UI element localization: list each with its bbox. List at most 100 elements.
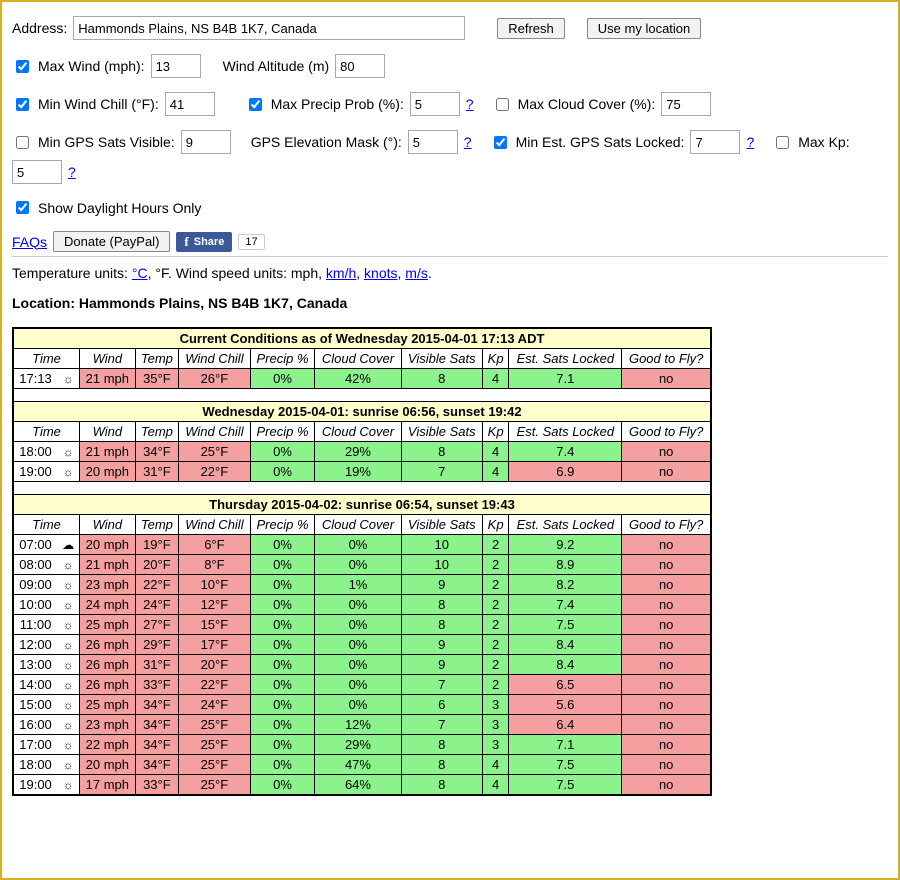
fb-share-count: 17 [238,234,264,250]
table-row: 09:0023 mph22°F10°F0%1%928.2no [13,575,711,595]
cell-temp: 35°F [135,369,179,389]
min-chill-input[interactable] [165,92,215,116]
table-row: 08:0021 mph20°F8°F0%0%1028.9no [13,555,711,575]
units-ms-link[interactable]: m/s [405,265,428,281]
gps-mask-input[interactable] [408,130,458,154]
cell-chill: 22°F [179,462,251,482]
cell-sats: 10 [401,535,482,555]
col-cloud: Cloud Cover [315,515,401,535]
sun-icon [63,466,74,478]
gps-mask-help-link[interactable]: ? [464,134,472,150]
min-chill-checkbox[interactable] [16,98,29,111]
units-c-link[interactable]: °C [132,265,148,281]
sun-icon [63,559,74,571]
max-precip-label: Max Precip Prob (%): [271,96,404,112]
cell-temp: 34°F [135,715,179,735]
cell-wind: 21 mph [80,442,136,462]
daylight-label: Show Daylight Hours Only [38,200,201,216]
col-temp: Temp [135,422,179,442]
max-cloud-input[interactable] [661,92,711,116]
cell-kp: 2 [482,575,508,595]
address-input[interactable] [73,16,465,40]
cell-weather-icon [57,595,80,615]
cell-temp: 19°F [135,535,179,555]
row-links: FAQs Donate (PayPal) Share 17 [12,231,888,252]
use-location-button[interactable]: Use my location [587,18,701,39]
fb-share-button[interactable]: Share [176,232,232,252]
donate-button[interactable]: Donate (PayPal) [53,231,170,252]
cell-wind: 24 mph [80,595,136,615]
col-wind: Wind [80,422,136,442]
cell-cloud: 42% [315,369,401,389]
cell-wind: 26 mph [80,675,136,695]
max-kp-help-link[interactable]: ? [68,164,76,180]
row-gps: Min GPS Sats Visible: GPS Elevation Mask… [12,130,888,184]
refresh-button[interactable]: Refresh [497,18,565,39]
col-chill: Wind Chill [179,349,251,369]
section-title: Current Conditions as of Wednesday 2015-… [13,328,711,349]
max-wind-input[interactable] [151,54,201,78]
cell-kp: 2 [482,535,508,555]
partly-icon [63,373,74,385]
cell-temp: 20°F [135,555,179,575]
cell-sats: 7 [401,462,482,482]
max-kp-input[interactable] [12,160,62,184]
table-row: 10:0024 mph24°F12°F0%0%827.4no [13,595,711,615]
cell-cloud: 0% [315,615,401,635]
cell-temp: 34°F [135,695,179,715]
cell-cloud: 0% [315,675,401,695]
cell-precip: 0% [250,675,315,695]
wind-alt-input[interactable] [335,54,385,78]
min-lock-checkbox[interactable] [494,136,507,149]
col-sats: Visible Sats [401,515,482,535]
cell-chill: 25°F [179,775,251,796]
cell-weather-icon [57,775,80,796]
cell-sats: 7 [401,715,482,735]
min-lock-help-link[interactable]: ? [746,134,754,150]
col-kp: Kp [482,422,508,442]
min-chill-label: Min Wind Chill (°F): [38,96,159,112]
cell-weather-icon [57,575,80,595]
faqs-link[interactable]: FAQs [12,234,47,250]
min-sats-input[interactable] [181,130,231,154]
max-wind-checkbox[interactable] [16,60,29,73]
cell-temp: 33°F [135,675,179,695]
daylight-checkbox[interactable] [16,201,29,214]
cell-kp: 4 [482,369,508,389]
cell-sats: 10 [401,555,482,575]
max-precip-input[interactable] [410,92,460,116]
col-precip: Precip % [250,349,315,369]
precip-help-link[interactable]: ? [466,96,474,112]
max-precip-checkbox[interactable] [249,98,262,111]
cell-kp: 2 [482,675,508,695]
cell-kp: 3 [482,715,508,735]
units-kmh-link[interactable]: km/h [326,265,356,281]
cell-kp: 2 [482,655,508,675]
cell-temp: 31°F [135,655,179,675]
row-address: Address: Refresh Use my location [12,16,888,40]
page: Address: Refresh Use my location Max Win… [0,0,900,880]
table-row: 19:0020 mph31°F22°F0%19%746.9no [13,462,711,482]
sun-icon [63,679,74,691]
cell-cloud: 29% [315,442,401,462]
max-kp-checkbox[interactable] [776,136,789,149]
col-sats: Visible Sats [401,349,482,369]
cell-chill: 15°F [179,615,251,635]
col-: Time [13,422,80,442]
cell-temp: 34°F [135,735,179,755]
min-sats-checkbox[interactable] [16,136,29,149]
cell-wind: 17 mph [80,775,136,796]
min-lock-input[interactable] [690,130,740,154]
cell-lock: 8.4 [509,655,622,675]
cell-time: 09:00 [13,575,57,595]
col-temp: Temp [135,515,179,535]
partly-icon [63,759,74,771]
cell-cloud: 0% [315,655,401,675]
cell-chill: 24°F [179,695,251,715]
max-cloud-checkbox[interactable] [496,98,509,111]
units-knots-link[interactable]: knots [364,265,397,281]
partly-icon [63,446,74,458]
table-row: 07:0020 mph19°F6°F0%0%1029.2no [13,535,711,555]
cell-temp: 31°F [135,462,179,482]
cell-weather-icon [57,555,80,575]
